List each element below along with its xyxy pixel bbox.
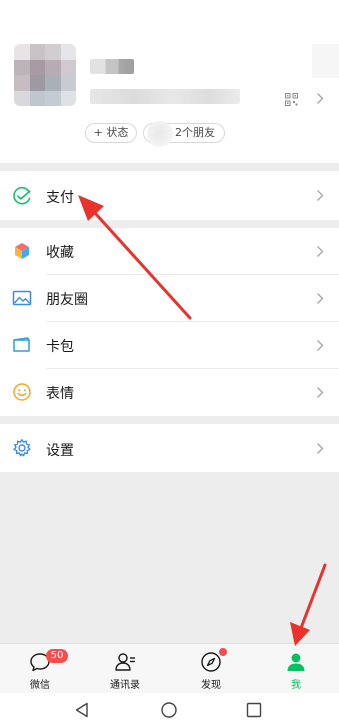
gear-icon bbox=[12, 438, 32, 458]
friends-status-button[interactable]: 2个朋友 bbox=[143, 121, 225, 147]
recents-square-icon[interactable] bbox=[245, 701, 263, 719]
menu-item-moments[interactable]: 朋友圈 bbox=[0, 275, 339, 322]
tab-discover[interactable]: 发现 bbox=[186, 644, 236, 694]
arrow-to-me-tab bbox=[290, 563, 327, 646]
chevron-right-icon bbox=[316, 92, 324, 105]
chevron-right-icon bbox=[316, 292, 324, 305]
menu-item-label: 支付 bbox=[46, 190, 74, 206]
cube-icon bbox=[12, 241, 32, 261]
friends-count-label: 2个朋友 bbox=[175, 126, 215, 139]
chevron-right-icon bbox=[316, 386, 324, 399]
status-button[interactable]: + 状态 bbox=[85, 123, 137, 143]
chevron-right-icon bbox=[316, 339, 324, 352]
tab-chats[interactable]: 50 微信 bbox=[15, 644, 68, 694]
tab-label: 我 bbox=[291, 680, 301, 691]
picture-icon bbox=[12, 288, 32, 308]
tab-label: 通讯录 bbox=[110, 680, 140, 691]
wechat-id-redacted bbox=[90, 89, 240, 104]
back-triangle-icon[interactable] bbox=[73, 701, 91, 719]
friend-avatar bbox=[147, 121, 173, 147]
menu-item-pay[interactable]: 支付 bbox=[0, 171, 339, 220]
chevron-right-icon bbox=[316, 245, 324, 258]
menu-item-label: 设置 bbox=[46, 443, 74, 459]
menu-item-favorites[interactable]: 收藏 bbox=[0, 228, 339, 275]
menu-item-label: 卡包 bbox=[46, 339, 74, 355]
tab-label: 微信 bbox=[30, 680, 50, 691]
chevron-right-icon bbox=[316, 189, 324, 202]
person-icon bbox=[284, 650, 308, 674]
menu-item-settings[interactable]: 设置 bbox=[0, 424, 339, 472]
avatar[interactable] bbox=[14, 44, 76, 106]
unread-badge: 50 bbox=[46, 649, 68, 663]
bottom-tab-bar: 50 微信 通讯录 发现 我 bbox=[0, 643, 339, 693]
menu-item-cards[interactable]: 卡包 bbox=[0, 322, 339, 369]
profile-header[interactable]: + 状态 2个朋友 bbox=[0, 0, 339, 163]
menu-item-label: 收藏 bbox=[46, 245, 74, 261]
tab-label: 发现 bbox=[201, 680, 221, 691]
menu-group: 收藏 朋友圈 卡包 表情 bbox=[0, 228, 339, 416]
menu-item-label: 朋友圈 bbox=[46, 292, 88, 308]
contacts-icon bbox=[113, 650, 137, 674]
nickname-redacted bbox=[90, 59, 134, 74]
qr-code-icon[interactable] bbox=[285, 91, 298, 106]
blur-patch bbox=[312, 44, 339, 78]
smiley-icon bbox=[12, 382, 32, 402]
home-circle-icon[interactable] bbox=[160, 701, 178, 719]
menu-item-stickers[interactable]: 表情 bbox=[0, 369, 339, 416]
chevron-right-icon bbox=[316, 442, 324, 455]
new-content-dot bbox=[219, 648, 227, 656]
system-navigation-bar bbox=[0, 693, 339, 727]
card-icon bbox=[12, 335, 32, 355]
menu-item-label: 表情 bbox=[46, 386, 74, 402]
tab-me[interactable]: 我 bbox=[271, 644, 321, 694]
tab-contacts[interactable]: 通讯录 bbox=[100, 644, 150, 694]
pay-check-icon bbox=[12, 186, 32, 206]
